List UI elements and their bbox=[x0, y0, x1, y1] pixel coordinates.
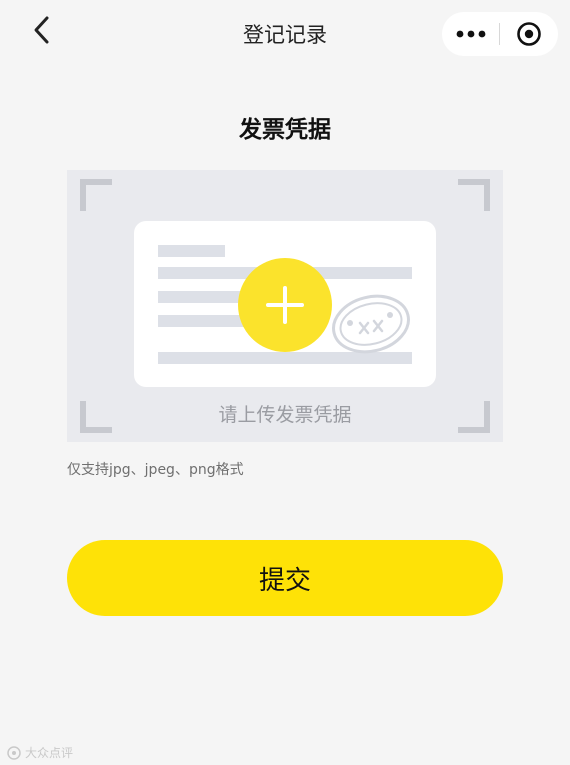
plus-icon bbox=[266, 286, 304, 324]
upload-add-button[interactable] bbox=[238, 258, 332, 352]
format-note: 仅支持jpg、jpeg、png格式 bbox=[67, 462, 244, 478]
target-close-icon bbox=[516, 22, 541, 46]
navigation-bar: 登记记录 bbox=[0, 0, 570, 70]
section-title: 发票凭据 bbox=[239, 117, 331, 143]
upload-hint: 请上传发票凭据 bbox=[218, 404, 352, 426]
invoice-upload-area[interactable]: 请上传发票凭据 bbox=[67, 170, 503, 442]
stamp-icon bbox=[332, 294, 410, 354]
watermark: 大众点评 bbox=[6, 744, 73, 761]
invoice-line bbox=[158, 245, 225, 257]
watermark-text: 大众点评 bbox=[25, 746, 74, 760]
mini-program-capsule bbox=[442, 12, 558, 56]
close-mini-program-button[interactable] bbox=[500, 12, 557, 56]
watermark-logo-icon bbox=[7, 745, 21, 760]
more-dots-icon bbox=[456, 30, 485, 38]
corner-frame-top-left bbox=[80, 179, 112, 211]
submit-button[interactable]: 提交 bbox=[67, 540, 503, 616]
more-button[interactable] bbox=[442, 12, 499, 56]
corner-frame-top-right bbox=[458, 179, 490, 211]
